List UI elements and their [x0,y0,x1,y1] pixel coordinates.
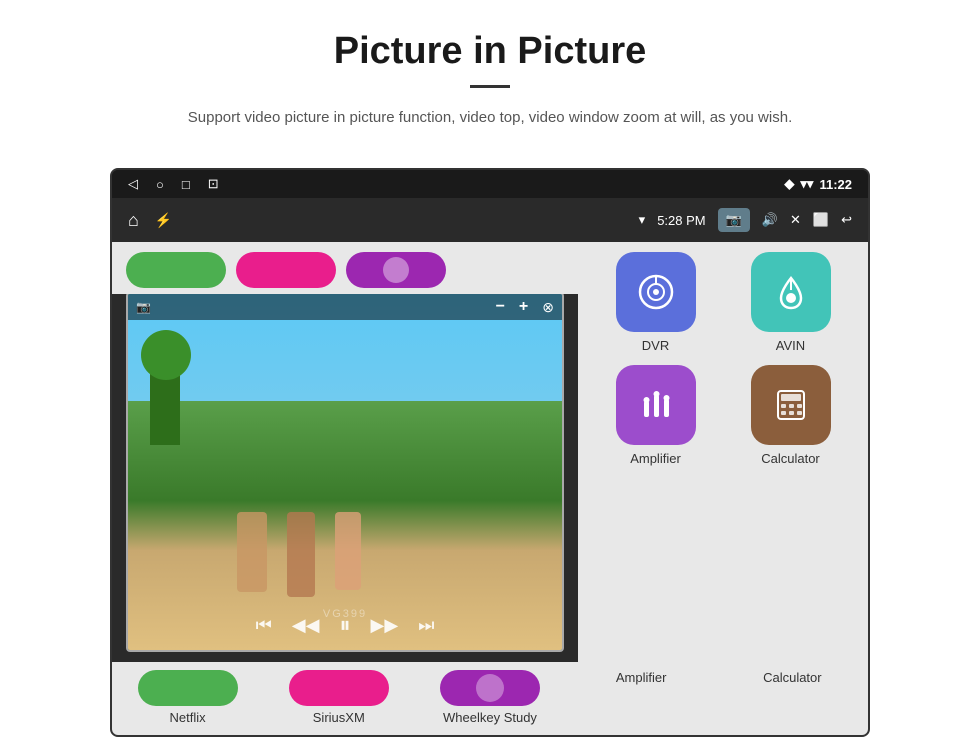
netflix-bottom: Netflix [118,670,258,725]
title-divider [470,85,510,88]
avin-icon[interactable] [751,252,831,332]
dvr-icon[interactable] [616,252,696,332]
wheelkey-label: Wheelkey Study [443,710,537,725]
amplifier-label: Amplifier [630,451,681,466]
netflix-btn[interactable] [138,670,238,706]
square-icon[interactable]: □ [182,177,190,192]
video-scene: VG399 [128,294,562,650]
window-icon[interactable]: ⬜ [813,212,829,228]
back-icon[interactable]: ◁ [128,176,138,192]
pip-camera-icon: 📷 [136,300,151,314]
location-icon: ◆ [784,176,794,192]
play-btn[interactable]: ⏸ [339,612,350,638]
page-header: Picture in Picture Support video picture… [0,0,980,146]
amplifier-bottom-label: Amplifier [616,670,667,685]
wifi-bar-icon: ▾ [639,212,646,228]
amplifier-bottom: Amplifier [571,670,711,725]
netflix-btn-top[interactable] [126,252,226,288]
siriusxm-btn[interactable] [289,670,389,706]
next-btn[interactable]: ▶▶ [371,615,399,636]
wheelkey-btn[interactable] [440,670,540,706]
camera-button[interactable]: 📷 [718,208,750,232]
app-bar-right: ▾ 5:28 PM 📷 🔊 ✕ ⬜ ↩ [639,208,852,232]
pip-area: 📷 − + ⊗ [112,242,578,662]
avin-label: AVIN [776,338,805,353]
app-bar: ⌂ ⚡ ▾ 5:28 PM 📷 🔊 ✕ ⬜ ↩ [112,198,868,242]
avin-svg [769,270,813,314]
app-row-1: DVR AVIN [588,252,858,353]
status-bar-right: ◆ ▾▾ 11:22 [784,176,852,192]
pip-plus-btn[interactable]: + [519,298,528,316]
siriusxm-btn-top[interactable] [236,252,336,288]
dvr-svg [634,270,678,314]
dvr-app[interactable]: DVR [601,252,711,353]
app-row-2: Amplifier [588,365,858,466]
app-bar-left: ⌂ ⚡ [128,210,172,231]
close-x-icon[interactable]: ✕ [790,212,801,228]
home-app-icon[interactable]: ⌂ [128,210,139,231]
siriusxm-bottom: SiriusXM [269,670,409,725]
dvr-label: DVR [642,338,669,353]
status-bar-left: ◁ ○ □ ⊡ [128,176,219,192]
home-icon[interactable]: ○ [156,177,164,192]
calculator-svg [769,383,813,427]
pip-top-bar: 📷 − + ⊗ [128,294,562,320]
calculator-bottom: Calculator [722,670,862,725]
amplifier-icon[interactable] [616,365,696,445]
back-bar-icon[interactable]: ↩ [841,212,852,228]
amplifier-svg [634,383,678,427]
rewind-btn[interactable]: ⏮ [256,615,272,636]
forward-btn[interactable]: ⏭ [418,615,434,636]
calculator-bottom-label: Calculator [763,670,822,685]
status-bar: ◁ ○ □ ⊡ ◆ ▾▾ 11:22 [112,170,868,198]
device-frame: ◁ ○ □ ⊡ ◆ ▾▾ 11:22 ⌂ ⚡ ▾ 5:28 PM 📷 🔊 ✕ ⬜… [110,168,870,737]
amplifier-app[interactable]: Amplifier [601,365,711,466]
bottom-app-labels: Netflix SiriusXM Wheelkey Study Amplifie… [112,662,868,735]
app-bar-time: 5:28 PM [657,213,705,228]
pip-close-btn[interactable]: ⊗ [542,299,554,316]
volume-icon[interactable]: 🔊 [762,212,778,228]
wheelkey-btn-top[interactable] [346,252,446,288]
status-time: 11:22 [819,177,852,192]
avin-app[interactable]: AVIN [736,252,846,353]
wheelkey-bottom: Wheelkey Study [420,670,560,725]
siriusxm-label: SiriusXM [313,710,365,725]
main-content: 📷 − + ⊗ [112,242,868,662]
calculator-label: Calculator [761,451,820,466]
wifi-icon: ▾▾ [800,176,813,192]
page-subtitle: Support video picture in picture functio… [150,106,830,130]
media-controls: ⏮ ◀◀ ⏸ ▶▶ ⏭ [128,612,562,638]
usb-icon: ⚡ [155,212,172,229]
calculator-icon[interactable] [751,365,831,445]
pip-video-window[interactable]: 📷 − + ⊗ [126,292,564,652]
pip-minus-btn[interactable]: − [496,298,505,316]
download-icon[interactable]: ⊡ [208,176,219,192]
page-title: Picture in Picture [60,30,920,73]
netflix-label: Netflix [170,710,206,725]
prev-btn[interactable]: ◀◀ [292,615,320,636]
app-grid-area: DVR AVIN [578,242,868,662]
calculator-app[interactable]: Calculator [736,365,846,466]
